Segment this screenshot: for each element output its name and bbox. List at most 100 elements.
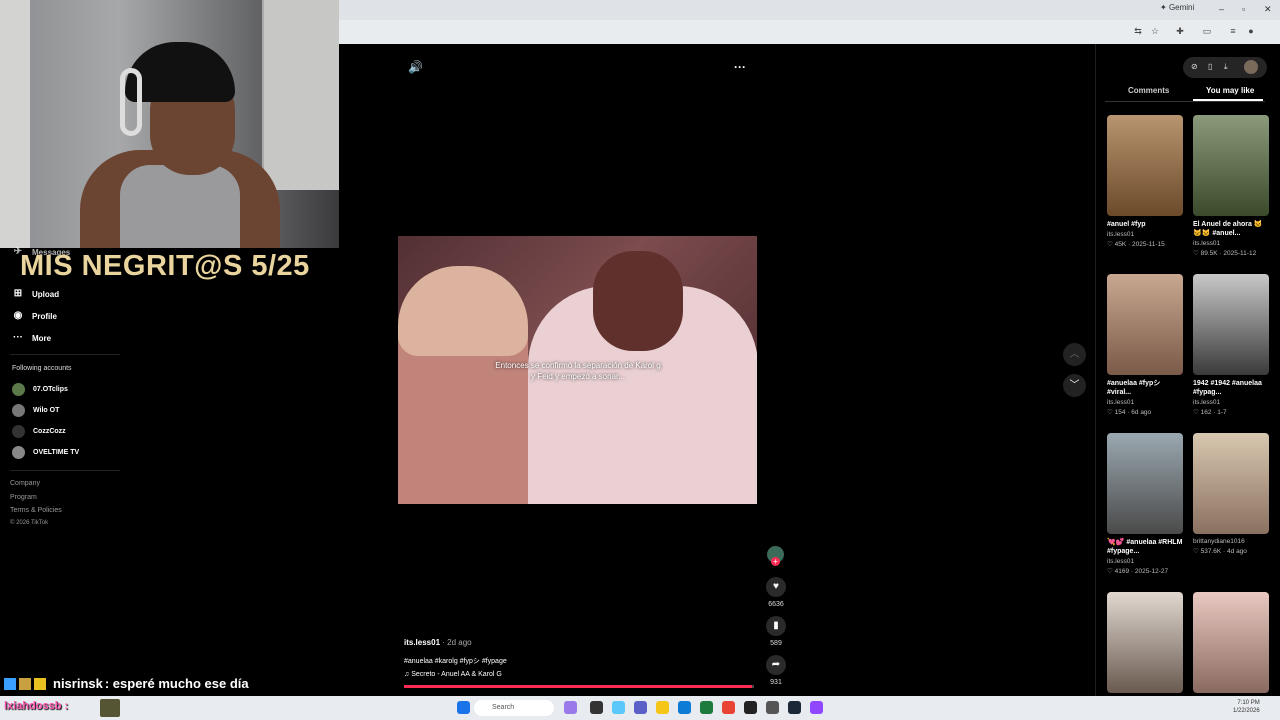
taskbar-search-input[interactable]: Search: [474, 700, 554, 716]
previous-video-button[interactable]: ︿: [1063, 343, 1086, 366]
card-likes: 162: [1200, 409, 1212, 416]
sidebar-toggle-icon[interactable]: ▭: [1202, 26, 1212, 36]
bookmark-icon[interactable]: ▮: [766, 616, 786, 636]
steam-icon[interactable]: [788, 701, 801, 714]
video-thumbnail[interactable]: [1107, 433, 1183, 534]
store-icon[interactable]: [700, 701, 713, 714]
suggested-video-card[interactable]: 💘💕 #anuelaa #RHLM #fypage... its.less01 …: [1107, 433, 1183, 575]
card-date: 1-7: [1217, 409, 1227, 416]
sidebar-divider: [10, 470, 120, 471]
webcam-door-right: [262, 0, 339, 190]
profile-avatar-icon[interactable]: ●: [1246, 26, 1256, 36]
video-progress-bar[interactable]: [404, 685, 754, 688]
card-meta: ♡ 89.5K · 2025-11-12: [1193, 250, 1257, 257]
card-title: 1942 #1942 #anuelaa #fypag...: [1193, 380, 1262, 396]
sidebar-item-profile[interactable]: ◉ Profile: [12, 310, 57, 322]
taskbar-clock[interactable]: 7:10 PM 1/22/2026: [1233, 699, 1260, 715]
video-thumbnail[interactable]: [1107, 115, 1183, 216]
video-thumbnail[interactable]: [1193, 115, 1269, 216]
footer-link-company[interactable]: Company: [10, 480, 40, 487]
post-time: · 2d ago: [442, 638, 472, 647]
avatar: [12, 383, 25, 396]
sidebar-item-label: Upload: [32, 289, 60, 299]
video-player[interactable]: Entonces se confirmó la separación de Ka…: [398, 236, 757, 504]
footer-copyright: © 2026 TikTok: [10, 520, 49, 526]
suggested-video-card[interactable]: [1193, 592, 1269, 693]
gemini-button[interactable]: ✦ Gemini: [1160, 3, 1194, 12]
video-thumbnail[interactable]: [1193, 433, 1269, 534]
card-likes: 89.5K: [1200, 250, 1218, 257]
close-button[interactable]: ✕: [1264, 4, 1272, 15]
edge-icon[interactable]: [678, 701, 691, 714]
suggested-video-card[interactable]: #anuelaa #fypシ #viral... its.less01 ♡ 15…: [1107, 274, 1183, 416]
more-options-icon[interactable]: ···: [734, 60, 746, 74]
stream-chat-line: nisrinsk : esperé mucho ese día: [4, 676, 249, 691]
heart-icon: ♡: [1193, 548, 1201, 555]
heart-icon[interactable]: ♥: [766, 577, 786, 597]
sidebar-item-more[interactable]: ··· More: [12, 332, 51, 344]
following-account[interactable]: Wilo OT: [12, 404, 59, 417]
minimize-button[interactable]: –: [1219, 4, 1224, 14]
chat-username: nisrinsk: [53, 676, 103, 691]
share-action[interactable]: ➦ 931: [766, 655, 786, 686]
volume-icon[interactable]: 🔊: [408, 60, 423, 74]
video-thumbnail[interactable]: [1107, 592, 1183, 693]
video-thumbnail[interactable]: [1193, 274, 1269, 375]
teams-icon[interactable]: [634, 701, 647, 714]
task-view-icon[interactable]: [590, 701, 603, 714]
save-action[interactable]: ▮ 589: [766, 616, 786, 647]
sidebar-item-label: Profile: [32, 311, 57, 321]
windows-start-icon[interactable]: [457, 701, 470, 714]
upload-icon: ⊞: [13, 288, 23, 299]
share-icon[interactable]: ➦: [766, 655, 786, 675]
suggested-video-card[interactable]: El Anuel de ahora 🐱🐱🐱 #anuel... its.less…: [1193, 115, 1269, 257]
copilot-icon[interactable]: [564, 701, 577, 714]
translate-icon[interactable]: ⇆: [1133, 26, 1143, 36]
file-explorer-icon[interactable]: [656, 701, 669, 714]
following-account[interactable]: 07.OTclips: [12, 383, 68, 396]
video-thumbnail[interactable]: [1107, 274, 1183, 375]
video-music[interactable]: ♫ Secreto - Anuel AA & Karol G: [404, 671, 502, 678]
avatar: [12, 404, 25, 417]
following-account[interactable]: CozzCozz: [12, 425, 66, 438]
suggested-video-card[interactable]: #anuel #fyp its.less01 ♡ 45K · 2025-11-1…: [1107, 115, 1183, 248]
tab-you-may-like[interactable]: You may like: [1206, 86, 1254, 95]
user-avatar[interactable]: [1244, 60, 1258, 74]
webcam-tank-top: [120, 165, 240, 248]
widgets-icon[interactable]: [612, 701, 625, 714]
card-user: its.less01: [1193, 399, 1221, 406]
next-video-button[interactable]: ﹀: [1063, 374, 1086, 397]
suggested-video-card[interactable]: [1107, 592, 1183, 693]
card-meta: ♡ 162 · 1-7: [1193, 409, 1227, 416]
suggested-video-card[interactable]: brittanydiane1016 ♡ 537.6K · 4d ago: [1193, 433, 1269, 555]
chrome-icon[interactable]: [722, 701, 735, 714]
card-title: #anuel #fyp: [1107, 221, 1146, 228]
taskbar-thumbnail: [100, 699, 120, 717]
mobile-icon[interactable]: ▯: [1208, 62, 1212, 71]
follow-plus-icon[interactable]: +: [771, 557, 780, 566]
extensions-icon[interactable]: ✚: [1175, 26, 1185, 36]
obs-icon[interactable]: [744, 701, 757, 714]
bookmark-star-icon[interactable]: ☆: [1150, 26, 1160, 36]
maximize-button[interactable]: ▫: [1242, 4, 1245, 14]
twitch-icon[interactable]: [810, 701, 823, 714]
following-account[interactable]: OVELTIME TV: [12, 446, 79, 459]
tab-comments[interactable]: Comments: [1128, 86, 1169, 95]
video-caption: Entonces se confirmó la separación de Ka…: [495, 361, 661, 381]
footer-link-program[interactable]: Program: [10, 494, 37, 501]
like-action[interactable]: ♥ 6636: [766, 577, 786, 608]
speed-icon[interactable]: ⊘: [1191, 62, 1198, 71]
footer-link-terms[interactable]: Terms & Policies: [10, 507, 62, 514]
video-thumbnail[interactable]: [1193, 592, 1269, 693]
author-name[interactable]: its.less01: [404, 638, 440, 647]
suggested-video-card[interactable]: 1942 #1942 #anuelaa #fypag... its.less01…: [1193, 274, 1269, 416]
card-title: 💘💕 #anuelaa #RHLM #fypage...: [1107, 539, 1183, 555]
tab-search-icon[interactable]: ≡: [1228, 26, 1238, 36]
download-icon[interactable]: ⤓: [1224, 62, 1228, 72]
settings-gear-icon[interactable]: [766, 701, 779, 714]
webcam-door-left: [0, 0, 30, 248]
sidebar-item-label: More: [32, 333, 52, 343]
video-hashtags[interactable]: #anuelaa #karolg #fypシ #fypage: [404, 656, 507, 666]
avatar: [12, 425, 25, 438]
sidebar-item-upload[interactable]: ⊞ Upload: [12, 288, 59, 300]
